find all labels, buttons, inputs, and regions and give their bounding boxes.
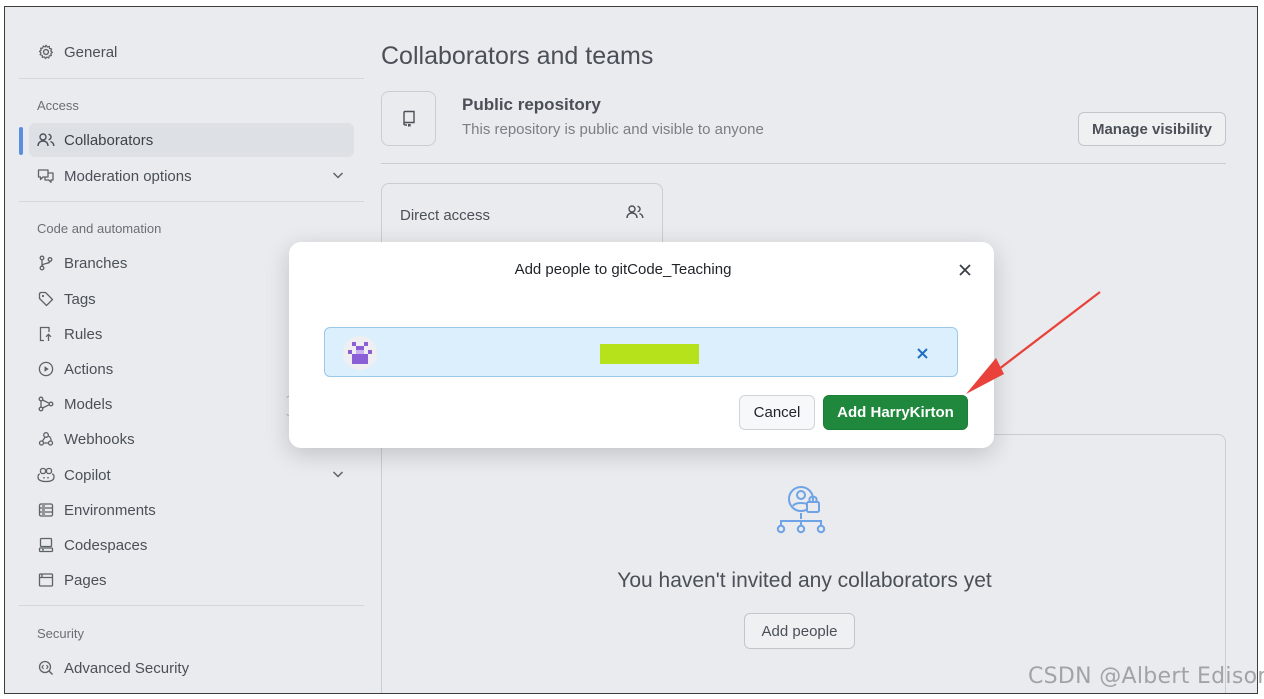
direct-access-title: Direct access: [400, 207, 491, 224]
add-people-dialog: Add people to gitCode_Teaching Cancel Ad…: [289, 242, 994, 448]
manage-visibility-button[interactable]: Manage visibility: [1078, 112, 1226, 146]
sidebar-item-label: Rules: [64, 325, 103, 343]
sidebar-item-advanced-security[interactable]: Advanced Security: [29, 651, 354, 685]
sidebar-item-label: Actions: [64, 360, 114, 378]
browser-icon: [37, 571, 55, 589]
sidebar-item-label: Branches: [64, 254, 128, 272]
add-people-button[interactable]: Add people: [744, 613, 855, 649]
people-icon: [626, 204, 644, 222]
repo-icon: [401, 110, 417, 128]
cancel-button[interactable]: Cancel: [739, 395, 815, 430]
empty-collaborators-card: You haven't invited any collaborators ye…: [381, 434, 1226, 693]
sidebar-item-label: Copilot: [64, 466, 111, 484]
codescan-icon: [37, 659, 55, 677]
webhook-icon: [37, 430, 55, 448]
sidebar-divider: [19, 605, 364, 606]
selected-user-chip: [324, 327, 958, 377]
redacted-username: [600, 344, 699, 364]
person-lock-org-icon: [775, 485, 833, 541]
active-indicator: [19, 127, 23, 155]
empty-state-title: You haven't invited any collaborators ye…: [617, 569, 992, 592]
sidebar-item-label: Moderation options: [64, 167, 192, 185]
annotation-arrow-icon: [960, 290, 1110, 400]
sidebar-item-moderation-options[interactable]: Moderation options: [29, 159, 354, 193]
section-label-access: Access: [37, 98, 79, 113]
sidebar-item-general[interactable]: General: [29, 35, 354, 69]
page-title: Collaborators and teams: [381, 42, 654, 70]
git-branch-icon: [37, 254, 55, 272]
repo-visibility-icon-box: [381, 91, 436, 146]
sidebar-item-collaborators[interactable]: Collaborators: [29, 123, 354, 157]
avatar: [343, 336, 377, 370]
sidebar-item-label: Collaborators: [64, 131, 154, 149]
add-collaborator-button[interactable]: Add HarryKirton: [823, 395, 968, 430]
visibility-subtitle: This repository is public and visible to…: [462, 121, 764, 138]
sidebar-item-label: General: [64, 43, 118, 61]
chevron-down-icon[interactable]: [330, 167, 346, 183]
tag-icon: [37, 290, 55, 308]
main-divider: [381, 163, 1226, 164]
sidebar-item-environments[interactable]: Environments: [29, 493, 354, 527]
visibility-title: Public repository: [462, 95, 601, 114]
comment-discussion-icon: [37, 167, 55, 185]
sidebar-divider: [19, 78, 364, 79]
repo-push-icon: [37, 325, 55, 343]
sidebar-item-label: Models: [64, 395, 113, 413]
settings-page: General Access Collaborators Moderation …: [5, 7, 1257, 693]
dialog-title: Add people to gitCode_Teaching: [514, 261, 732, 278]
server-icon: [37, 501, 55, 519]
section-label-security: Security: [37, 626, 84, 641]
watermark: CSDN @Albert Edison: [1028, 664, 1264, 689]
section-label-code-automation: Code and automation: [37, 221, 162, 236]
sidebar-item-label: Tags: [64, 290, 96, 308]
codespaces-icon: [37, 536, 55, 554]
sidebar-item-label: Webhooks: [64, 430, 135, 448]
copilot-icon: [37, 466, 55, 484]
sidebar-item-label: Environments: [64, 501, 156, 519]
sidebar-item-pages[interactable]: Pages: [29, 563, 354, 597]
play-icon: [37, 360, 55, 378]
people-icon: [37, 131, 55, 149]
sidebar-item-label: Codespaces: [64, 536, 148, 554]
screenshot-frame: General Access Collaborators Moderation …: [4, 6, 1258, 694]
close-icon[interactable]: [955, 260, 975, 280]
sidebar-divider: [19, 201, 364, 202]
sidebar-item-label: Pages: [64, 571, 107, 589]
models-icon: [37, 395, 55, 413]
sidebar-item-label: Advanced Security: [64, 659, 190, 677]
gear-icon: [37, 43, 55, 61]
sidebar-item-codespaces[interactable]: Codespaces: [29, 528, 354, 562]
chevron-down-icon[interactable]: [330, 466, 346, 482]
remove-user-icon[interactable]: [913, 344, 931, 362]
sidebar-item-copilot[interactable]: Copilot: [29, 458, 354, 492]
